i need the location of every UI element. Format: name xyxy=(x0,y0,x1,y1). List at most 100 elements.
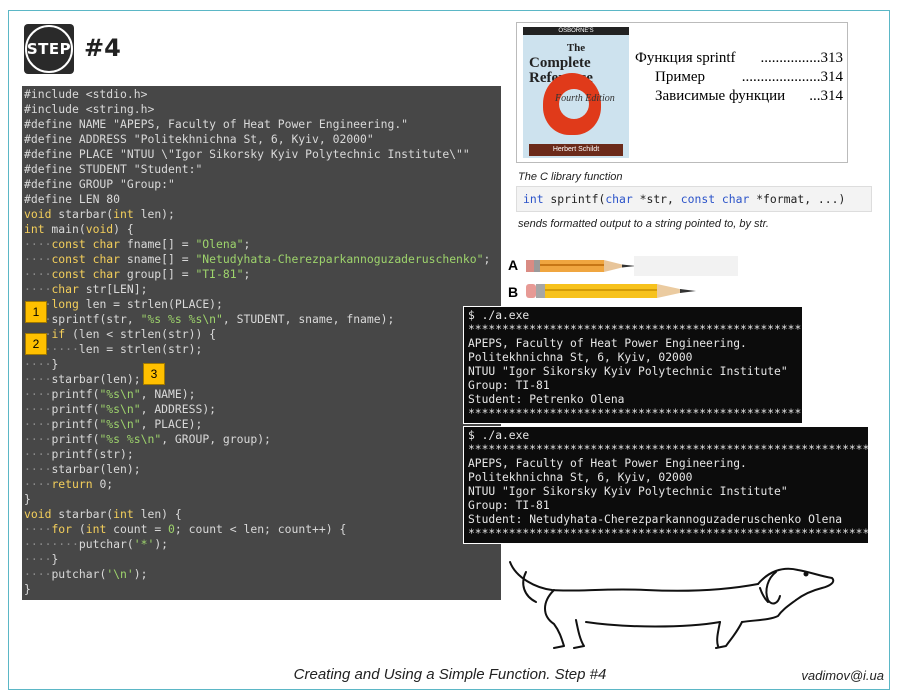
code-token: #define STUDENT "Student:" xyxy=(24,162,203,176)
code-token: ···· xyxy=(24,462,52,476)
code-line: int main(void) { xyxy=(22,222,501,237)
code-line: ····} xyxy=(22,357,501,372)
code-line: ····const char sname[] = "Netudyhata-Che… xyxy=(22,252,501,267)
code-token: const char xyxy=(51,237,121,251)
terminal-line: Student: Petrenko Olena xyxy=(468,393,625,406)
code-token: printf(str); xyxy=(51,447,134,461)
code-token: "Olena" xyxy=(195,237,244,251)
code-token: void xyxy=(85,222,114,236)
code-token: int xyxy=(85,522,107,536)
code-line: ····printf("%s\n", PLACE); xyxy=(22,417,501,432)
code-token: ···· xyxy=(24,282,52,296)
code-token: const char xyxy=(51,267,121,281)
dachshund-drawing xyxy=(509,561,835,649)
code-token: , PLACE); xyxy=(140,417,203,431)
terminal-line: Group: TI-81 xyxy=(468,379,550,392)
code-line: void starbar(int len) { xyxy=(22,507,501,522)
code-token: #define PLACE "NTUU \"Igor Sikorsky Kyiv… xyxy=(24,147,470,161)
cover-author: Herbert Schildt xyxy=(529,144,623,156)
code-token: ···· xyxy=(24,447,52,461)
code-token: #define LEN 80 xyxy=(24,192,121,206)
terminal-line: NTUU "Igor Sikorsky Kyiv Polytechnic Ins… xyxy=(468,365,788,378)
terminal-output-1: $ ./a.exe *******************************… xyxy=(463,306,803,424)
cover-title-line-2: Complete xyxy=(529,55,591,71)
code-token: for xyxy=(51,522,73,536)
code-token: char xyxy=(51,282,79,296)
code-token: starbar( xyxy=(51,507,114,521)
toc-label: Функция sprintf xyxy=(635,50,736,66)
cover-c-logo xyxy=(543,73,601,135)
code-line: ····putchar('\n'); xyxy=(22,567,501,582)
proto-keyword: char xyxy=(605,192,633,206)
code-token: 0 xyxy=(168,522,175,536)
code-line: #define PLACE "NTUU \"Igor Sikorsky Kyiv… xyxy=(22,147,501,162)
code-token: ···· xyxy=(24,567,52,581)
code-token: #define GROUP "Group:" xyxy=(24,177,175,191)
code-token: putchar( xyxy=(78,537,134,551)
short-pencil-image xyxy=(526,256,738,276)
code-token: ···· xyxy=(24,432,52,446)
code-token: ···· xyxy=(24,267,52,281)
code-line: } xyxy=(22,582,501,597)
code-token: } xyxy=(24,492,31,506)
code-token: , NAME); xyxy=(140,387,196,401)
code-token: } xyxy=(51,552,59,566)
code-token: ···· xyxy=(24,357,52,371)
code-token: "%s %s\n" xyxy=(99,432,162,446)
code-token: ···· xyxy=(24,237,52,251)
code-line: ····long len = strlen(PLACE); xyxy=(22,297,501,312)
toc-label: Зависимые функции xyxy=(655,88,786,104)
terminal-line: $ ./a.exe xyxy=(468,309,530,322)
code-token: #include <stdio.h> xyxy=(24,87,148,101)
code-token: int xyxy=(24,222,45,236)
code-token: sname[] = xyxy=(120,252,196,266)
code-token: ; xyxy=(243,267,251,281)
code-line: #define ADDRESS "Politekhnichna St, 6, K… xyxy=(22,132,501,147)
code-token: , GROUP, group); xyxy=(161,432,271,446)
code-token: ; xyxy=(483,252,491,266)
code-token: const char xyxy=(51,252,121,266)
terminal-line: Student: Netudyhata-Cherezparkannoguzade… xyxy=(468,513,843,526)
terminal-line: Politekhnichna St, 6, Kyiv, 02000 xyxy=(468,351,693,364)
code-token: "%s\n" xyxy=(99,387,141,401)
terminal-line: ****************************************… xyxy=(468,527,869,540)
code-line: void starbar(int len); xyxy=(22,207,501,222)
terminal-line: NTUU "Igor Sikorsky Kyiv Polytechnic Ins… xyxy=(468,485,788,498)
code-token: "TI-81" xyxy=(195,267,244,281)
toc-page: 314 xyxy=(820,88,844,104)
toc-row: Зависимые функции ...314 xyxy=(655,88,844,104)
code-token: "%s\n" xyxy=(99,402,141,416)
code-token: starbar( xyxy=(51,207,114,221)
code-token: main( xyxy=(44,222,86,236)
step-logo-text: STEP xyxy=(25,25,73,73)
code-token: void xyxy=(24,207,52,221)
code-line: ····starbar(len); xyxy=(22,462,501,477)
code-line: ····const char fname[] = "Olena"; xyxy=(22,237,501,252)
terminal-line: APEPS, Faculty of Heat Power Engineering… xyxy=(468,337,747,350)
book-toc: Функция sprintf ................313 Приме… xyxy=(635,49,843,106)
code-token: len) { xyxy=(133,507,182,521)
proto-text: *format, ...) xyxy=(749,192,846,206)
code-line: #define STUDENT "Student:" xyxy=(22,162,501,177)
cover-title-line-1: The xyxy=(566,42,586,54)
code-token: ···· xyxy=(24,552,52,566)
code-token: len); xyxy=(133,207,175,221)
code-token: group[] = xyxy=(120,267,196,281)
code-token: ; count < len; count++) { xyxy=(174,522,347,536)
sprintf-prototype: int sprintf(char *str, const char *forma… xyxy=(516,186,872,212)
code-token: "%s %s %s\n" xyxy=(140,312,223,326)
code-token: ( xyxy=(72,522,86,536)
code-token: ···· xyxy=(24,252,52,266)
code-token: int xyxy=(113,207,134,221)
code-token: starbar(len); xyxy=(51,462,141,476)
code-token: str[LEN]; xyxy=(78,282,148,296)
code-line: #define GROUP "Group:" xyxy=(22,177,501,192)
code-line: #define NAME "APEPS, Faculty of Heat Pow… xyxy=(22,117,501,132)
toc-page: 313 xyxy=(820,50,844,66)
code-token: ···· xyxy=(24,372,52,386)
code-token: if xyxy=(51,327,66,341)
cover-edition: Fourth Edition xyxy=(555,93,615,104)
terminal-output-2: $ ./a.exe *******************************… xyxy=(463,426,869,544)
proto-text: *str, xyxy=(632,192,681,206)
code-token: count = xyxy=(106,522,169,536)
